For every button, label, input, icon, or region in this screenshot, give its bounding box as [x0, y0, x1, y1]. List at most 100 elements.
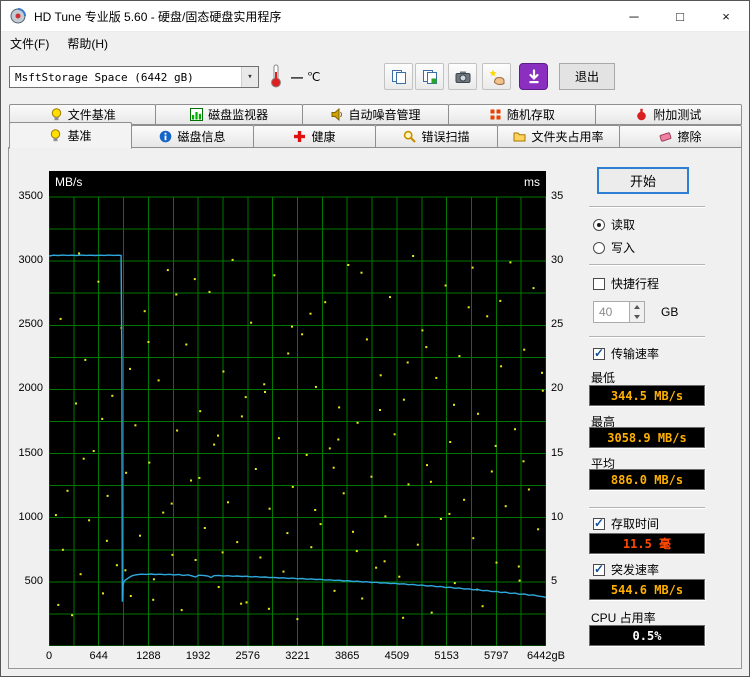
y-right-tick: 25 [551, 318, 564, 331]
window-controls: ─ □ × [611, 1, 749, 31]
hdtune-window: HD Tune 专业版 5.60 - 硬盘/固态硬盘实用程序 ─ □ × 文件(… [0, 0, 750, 677]
tab-extra-tests[interactable]: 附加测试 [594, 104, 743, 125]
plot-canvas [48, 196, 547, 647]
tab-erase[interactable]: 擦除 [619, 125, 742, 148]
radio-icon [593, 218, 605, 231]
tab-health[interactable]: 健康 [253, 125, 376, 148]
tab-auto-acoustic[interactable]: 自动噪音管理 [301, 104, 450, 125]
minimize-button[interactable]: ─ [611, 1, 657, 31]
write-radio-label: 写入 [611, 241, 636, 255]
random-access-icon [490, 109, 501, 120]
window-title: HD Tune 专业版 5.60 - 硬盘/固态硬盘实用程序 [34, 9, 282, 24]
write-radio[interactable]: 写入 [593, 239, 635, 256]
magnifier-icon [404, 130, 417, 143]
cpu-usage-label: CPU 占用率 [591, 611, 656, 625]
y-right-tick: 35 [551, 190, 564, 202]
read-radio[interactable]: 读取 [593, 216, 635, 233]
y-left-tick: 2500 [18, 318, 43, 331]
tab-benchmark[interactable]: 基准 [9, 122, 132, 149]
y-left-unit-label: MB/s [55, 175, 83, 189]
lamp-icon [51, 129, 61, 142]
copy-to-file-button[interactable] [415, 63, 444, 90]
lamp-icon [51, 108, 61, 121]
spin-down-icon[interactable] [630, 312, 644, 322]
burst-rate-checkbox[interactable]: 突发速率 [593, 561, 659, 578]
eraser-icon [660, 132, 672, 142]
screenshot-button[interactable] [448, 63, 477, 90]
toolbar: MsftStorage Space (6442 gB) ▾ — ℃ 退出 [1, 54, 749, 100]
copy-file-icon [422, 69, 437, 84]
copy-icon [391, 69, 406, 84]
temperature-value: — [291, 70, 303, 84]
temperature-unit: ℃ [307, 70, 321, 84]
panel-separator [589, 336, 705, 338]
checkbox-icon [593, 562, 605, 576]
chevron-down-icon: ▾ [241, 67, 258, 87]
update-button[interactable] [519, 63, 548, 90]
tab-label: 文件基准 [67, 108, 116, 122]
y-left-tick: 1500 [18, 446, 43, 459]
spin-up-icon[interactable] [630, 302, 644, 312]
spinner[interactable] [629, 302, 644, 322]
copy-button[interactable] [384, 63, 413, 90]
tab-folder-usage[interactable]: 文件夹占用率 [497, 125, 620, 148]
burst-rate-value-display: 544.6 MB/s [589, 579, 705, 600]
cpu-usage-value-display: 0.5% [589, 625, 705, 646]
y-right-unit-label: ms [524, 175, 540, 189]
radio-icon [593, 241, 605, 254]
tab-label: 擦除 [677, 130, 702, 144]
y-left-tick: 3500 [18, 190, 43, 202]
access-time-checkbox[interactable]: 存取时间 [593, 515, 659, 532]
start-button[interactable]: 开始 [597, 167, 689, 194]
access-time-label: 存取时间 [611, 517, 660, 531]
tab-label: 附加测试 [653, 108, 702, 122]
checkbox-icon [593, 346, 605, 360]
burst-rate-label: 突发速率 [611, 563, 660, 577]
y-right-tick: 15 [551, 446, 564, 459]
transfer-rate-checkbox[interactable]: 传输速率 [593, 345, 659, 362]
folder-icon [513, 132, 526, 142]
min-value-display: 344.5 MB/s [589, 385, 705, 406]
maximize-button[interactable]: □ [657, 1, 703, 31]
camera-icon [455, 71, 470, 83]
checkbox-icon [593, 277, 605, 290]
info-icon [160, 130, 172, 143]
menubar: 文件(F) 帮助(H) [1, 33, 749, 54]
app-icon [10, 8, 26, 24]
short-stroke-size-input[interactable]: 40 [593, 301, 645, 323]
avg-value-display: 886.0 MB/s [589, 469, 705, 490]
y-right-tick: 30 [551, 254, 564, 267]
tab-label: 文件夹占用率 [531, 130, 604, 144]
max-value-display: 3058.9 MB/s [589, 427, 705, 448]
y-left-tick: 1000 [18, 510, 43, 523]
tab-error-scan[interactable]: 错误扫描 [375, 125, 498, 148]
menu-file[interactable]: 文件(F) [1, 33, 58, 54]
y-left-tick: 3000 [18, 254, 43, 267]
tab-label: 健康 [311, 130, 336, 144]
donate-button[interactable] [482, 63, 511, 90]
monitor-icon [190, 108, 204, 121]
read-radio-label: 读取 [611, 218, 636, 232]
exit-button[interactable]: 退出 [559, 63, 615, 90]
close-button[interactable]: × [703, 1, 749, 31]
tab-label: 基准 [67, 129, 92, 143]
tab-label: 随机存取 [506, 108, 555, 122]
menu-help[interactable]: 帮助(H) [58, 33, 117, 54]
short-stroke-checkbox[interactable]: 快捷行程 [593, 275, 659, 292]
tab-random-access[interactable]: 随机存取 [448, 104, 596, 125]
tab-disk-monitor[interactable]: 磁盘监视器 [155, 104, 303, 125]
tab-label: 磁盘信息 [177, 130, 226, 144]
tab-disk-info[interactable]: 磁盘信息 [131, 125, 254, 148]
device-select[interactable]: MsftStorage Space (6442 gB) ▾ [9, 66, 259, 88]
titlebar: HD Tune 专业版 5.60 - 硬盘/固态硬盘实用程序 ─ □ × [1, 1, 749, 32]
download-arrow-icon [528, 68, 539, 83]
extra-tests-icon [637, 108, 647, 121]
panel-separator [589, 507, 705, 509]
y-left-tick: 2000 [18, 382, 43, 395]
speaker-icon [331, 108, 342, 121]
panel-separator [589, 264, 705, 266]
benchmark-plot: MB/s ms [48, 171, 547, 647]
device-select-value: MsftStorage Space (6442 gB) [15, 70, 194, 84]
short-stroke-label: 快捷行程 [611, 277, 660, 291]
tab-label: 自动噪音管理 [348, 108, 421, 122]
